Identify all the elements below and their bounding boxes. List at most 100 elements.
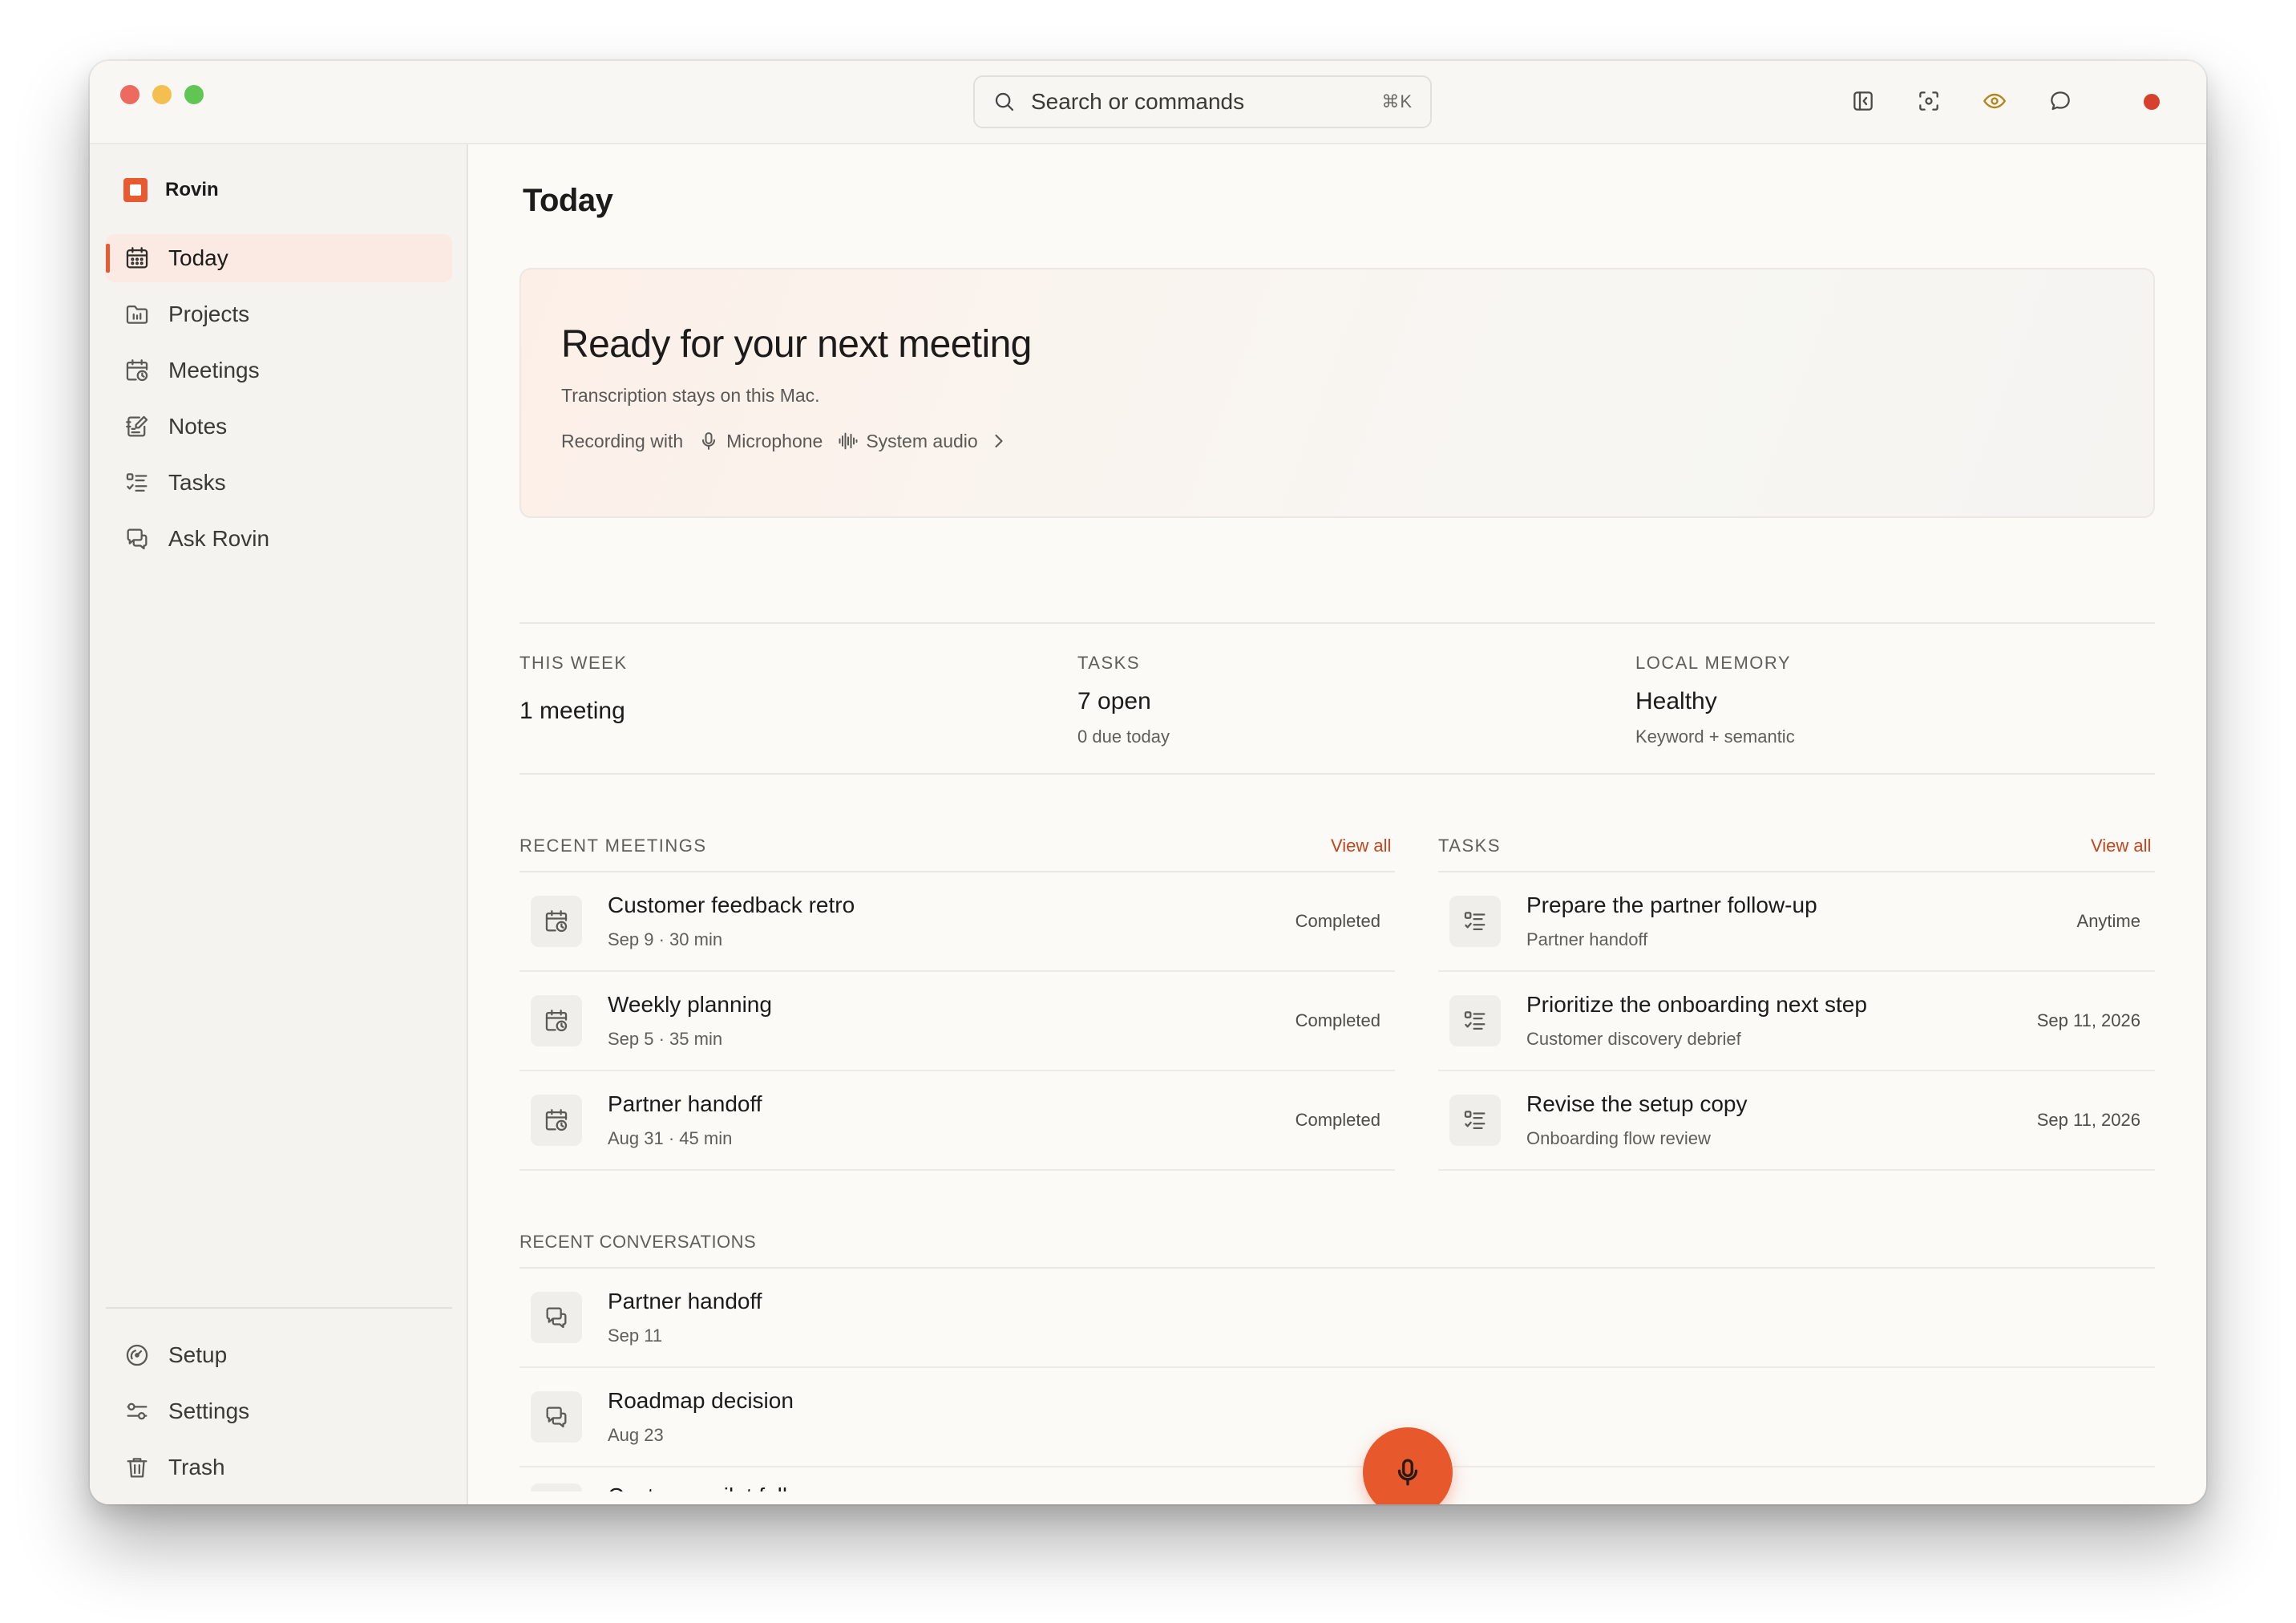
checklist-icon bbox=[1464, 1111, 1486, 1130]
conversation-title: Partner handoff bbox=[608, 1289, 762, 1313]
record-status-dot[interactable] bbox=[2144, 94, 2160, 110]
sidebar-item-setup[interactable]: Setup bbox=[106, 1331, 452, 1379]
stats-top-divider bbox=[519, 622, 2155, 624]
calendar-clock-icon bbox=[545, 910, 568, 933]
secondary-nav: Setup Settings Trash bbox=[106, 1331, 452, 1500]
zoom-window-button[interactable] bbox=[184, 85, 204, 104]
chevron-right-icon[interactable] bbox=[988, 430, 1010, 452]
task-title: Prepare the partner follow-up bbox=[1526, 892, 1817, 917]
task-title: Prioritize the onboarding next step bbox=[1526, 992, 1867, 1017]
sidebar-item-today[interactable]: Today bbox=[106, 234, 452, 282]
recent-meetings-label: RECENT MEETINGS bbox=[519, 836, 707, 856]
calendar-clock-icon bbox=[545, 1109, 568, 1131]
sidebar-item-label: Notes bbox=[168, 414, 228, 439]
checklist-icon bbox=[1464, 1011, 1486, 1030]
sidebar-item-ask-rovin[interactable]: Ask Rovin bbox=[106, 515, 452, 563]
task-row[interactable]: Prepare the partner follow-up Partner ha… bbox=[1438, 872, 2155, 972]
meeting-icon-tile bbox=[531, 1095, 582, 1146]
sidebar-item-settings[interactable]: Settings bbox=[106, 1387, 452, 1435]
stat-this-week: THIS WEEK 1 meeting bbox=[519, 653, 628, 725]
stat-value: Healthy bbox=[1635, 688, 1717, 714]
task-icon-tile bbox=[1449, 1095, 1501, 1146]
scroll-clip bbox=[470, 1491, 2206, 1504]
eye-icon[interactable] bbox=[1980, 87, 2009, 115]
conversation-icon-tile bbox=[531, 1292, 582, 1343]
titlebar: Search or commands ⌘K bbox=[90, 61, 2206, 144]
recording-with-label: Recording with bbox=[561, 430, 684, 451]
stat-sub: 0 due today bbox=[1077, 727, 1170, 747]
brand: Rovin bbox=[123, 178, 219, 202]
stat-sub: Keyword + semantic bbox=[1635, 727, 1795, 747]
stat-tasks: TASKS 7 open 0 due today bbox=[1077, 653, 1170, 747]
primary-nav: Today Projects Meetings Notes Tasks Ask … bbox=[106, 234, 452, 571]
task-due: Sep 11, 2026 bbox=[2036, 1010, 2140, 1030]
sidebar-item-meetings[interactable]: Meetings bbox=[106, 346, 452, 395]
sidebar-item-tasks[interactable]: Tasks bbox=[106, 459, 452, 507]
task-row[interactable]: Prioritize the onboarding next step Cust… bbox=[1438, 972, 2155, 1071]
stat-local-memory: LOCAL MEMORY Healthy Keyword + semantic bbox=[1635, 653, 1795, 747]
sidebar-item-notes[interactable]: Notes bbox=[106, 403, 452, 451]
close-window-button[interactable] bbox=[120, 85, 139, 104]
sidebar-item-trash[interactable]: Trash bbox=[106, 1443, 452, 1491]
conversation-row[interactable]: Roadmap decision Aug 23 bbox=[519, 1368, 2155, 1467]
sidebar-item-label: Ask Rovin bbox=[168, 526, 270, 551]
main-content: Today Ready for your next meeting Transc… bbox=[470, 144, 2206, 1504]
recent-meetings-view-all-link[interactable]: View all bbox=[1331, 836, 1391, 856]
recent-conversations-label: RECENT CONVERSATIONS bbox=[519, 1232, 757, 1252]
microphone-icon bbox=[702, 432, 716, 450]
chat-icon bbox=[546, 1307, 567, 1329]
task-icon-tile bbox=[1449, 995, 1501, 1046]
chat-icon bbox=[546, 1406, 567, 1428]
meeting-status: Completed bbox=[1295, 911, 1380, 931]
stat-value: 1 meeting bbox=[519, 698, 625, 724]
sidebar-item-label: Settings bbox=[168, 1398, 250, 1423]
sidebar-toggle-icon[interactable] bbox=[1849, 87, 1878, 115]
chat-icon[interactable] bbox=[2046, 87, 2075, 115]
task-row[interactable]: Revise the setup copy Onboarding flow re… bbox=[1438, 1071, 2155, 1171]
trash-icon bbox=[127, 1458, 148, 1478]
sidebar-item-label: Projects bbox=[168, 302, 250, 326]
meeting-row[interactable]: Customer feedback retro Sep 9 · 30 min C… bbox=[519, 872, 1395, 972]
hero-subtitle: Transcription stays on this Mac. bbox=[561, 385, 820, 406]
conversation-date: Sep 11 bbox=[608, 1326, 663, 1346]
microphone-label: Microphone bbox=[726, 430, 823, 451]
screenshot-icon[interactable] bbox=[1914, 87, 1943, 115]
search-icon bbox=[995, 92, 1014, 111]
microphone-icon bbox=[1397, 1459, 1418, 1486]
tasks-section-label: TASKS bbox=[1438, 836, 1502, 856]
sidebar-divider bbox=[106, 1307, 452, 1309]
tasks-view-all-link[interactable]: View all bbox=[2091, 836, 2151, 856]
task-title: Revise the setup copy bbox=[1526, 1091, 1748, 1116]
minimize-window-button[interactable] bbox=[152, 85, 172, 104]
calendar-clock-icon bbox=[545, 1010, 568, 1032]
next-meeting-card[interactable]: Ready for your next meeting Transcriptio… bbox=[519, 268, 2155, 518]
meeting-title: Weekly planning bbox=[608, 992, 772, 1017]
task-source: Customer discovery debrief bbox=[1526, 1029, 1741, 1049]
calendar-clock-icon bbox=[126, 359, 148, 382]
folder-icon bbox=[126, 305, 148, 324]
meeting-title: Customer feedback retro bbox=[608, 892, 855, 917]
sidebar-item-label: Trash bbox=[168, 1455, 225, 1479]
checklist-icon bbox=[1464, 912, 1486, 931]
gauge-icon bbox=[126, 1344, 148, 1366]
page-title: Today bbox=[523, 183, 613, 218]
sidebar-item-label: Tasks bbox=[168, 470, 226, 495]
search-placeholder: Search or commands bbox=[1031, 89, 1245, 114]
meeting-status: Completed bbox=[1295, 1010, 1380, 1030]
conversation-icon-tile bbox=[531, 1391, 582, 1443]
stats-bottom-divider bbox=[519, 773, 2155, 775]
meeting-row[interactable]: Weekly planning Sep 5 · 35 min Completed bbox=[519, 972, 1395, 1071]
sidebar-item-label: Setup bbox=[168, 1342, 228, 1367]
sliders-icon bbox=[127, 1402, 148, 1420]
sidebar-item-projects[interactable]: Projects bbox=[106, 290, 452, 338]
recording-sources[interactable]: Recording with Microphone System audio bbox=[561, 430, 1017, 452]
meeting-icon-tile bbox=[531, 896, 582, 947]
search-bar[interactable]: Search or commands ⌘K bbox=[973, 75, 1432, 128]
task-due: Sep 11, 2026 bbox=[2036, 1110, 2140, 1130]
waveform-icon bbox=[839, 432, 858, 450]
sidebar: Rovin Today Projects Meetings Notes Task… bbox=[90, 144, 468, 1504]
conversation-row[interactable]: Partner handoff Sep 11 bbox=[519, 1269, 2155, 1368]
meeting-row[interactable]: Partner handoff Aug 31 · 45 min Complete… bbox=[519, 1071, 1395, 1171]
task-icon-tile bbox=[1449, 896, 1501, 947]
calendar-icon bbox=[126, 247, 148, 269]
